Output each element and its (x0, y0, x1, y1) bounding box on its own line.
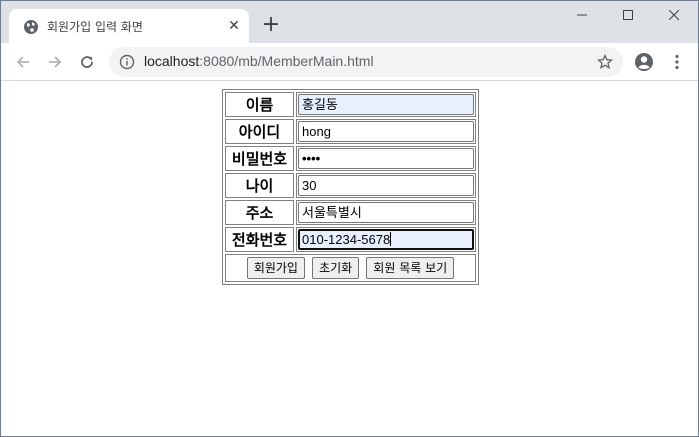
reset-button[interactable]: 초기화 (312, 257, 360, 279)
tab-strip: 회원가입 입력 화면 ✕ + (1, 1, 698, 43)
back-button[interactable] (9, 48, 37, 76)
star-icon[interactable] (595, 52, 615, 72)
tab-title: 회원가입 입력 화면 (47, 20, 143, 34)
password-cell: •••• (296, 146, 476, 171)
address-label: 주소 (225, 200, 294, 225)
minimize-button[interactable] (559, 1, 605, 31)
browser-toolbar: localhost:8080/mb/MemberMain.html (1, 43, 698, 81)
browser-window: 회원가입 입력 화면 ✕ + localhost:8080/mb/MemberM… (0, 0, 699, 437)
address-bar[interactable]: localhost:8080/mb/MemberMain.html (109, 47, 623, 77)
text-caret (390, 232, 392, 246)
form-row-id: 아이디 hong (225, 119, 476, 144)
id-input[interactable]: hong (298, 121, 474, 142)
kebab-menu-glyph (675, 54, 679, 70)
password-input[interactable]: •••• (298, 148, 474, 169)
member-form-table: 이름 홍길동 아이디 hong 비밀번호 •••• 나이 30 주소 서울특별시… (222, 89, 479, 285)
phone-label: 전화번호 (225, 227, 294, 252)
url-host: localhost (144, 53, 200, 69)
member-list-button[interactable]: 회원 목록 보기 (366, 257, 455, 279)
id-cell: hong (296, 119, 476, 144)
form-row-password: 비밀번호 •••• (225, 146, 476, 171)
age-label: 나이 (225, 173, 294, 198)
password-label: 비밀번호 (225, 146, 294, 171)
name-input[interactable]: 홍길동 (298, 94, 474, 115)
phone-value: 010-1234-5678 (302, 232, 391, 247)
minimize-icon (577, 14, 587, 16)
reload-icon (81, 56, 93, 68)
name-cell: 홍길동 (296, 92, 476, 117)
form-row-name: 이름 홍길동 (225, 92, 476, 117)
form-row-buttons: 회원가입 초기화 회원 목록 보기 (225, 254, 476, 282)
tab-active[interactable]: 회원가입 입력 화면 ✕ (9, 9, 249, 43)
phone-cell: 010-1234-5678 (296, 227, 476, 252)
age-cell: 30 (296, 173, 476, 198)
url-path: :8080/mb/MemberMain.html (199, 53, 374, 69)
address-cell: 서울특별시 (296, 200, 476, 225)
profile-icon[interactable] (634, 52, 654, 72)
age-input[interactable]: 30 (298, 175, 474, 196)
maximize-button[interactable] (605, 1, 651, 31)
maximize-icon (623, 10, 633, 20)
new-tab-icon[interactable]: + (259, 14, 283, 38)
bookmark-star-icon (596, 53, 614, 70)
form-row-address: 주소 서울특별시 (225, 200, 476, 225)
window-close-icon (668, 9, 680, 21)
info-icon[interactable] (119, 54, 135, 70)
close-icon[interactable]: ✕ (225, 17, 243, 35)
kebab-menu-icon[interactable] (667, 52, 687, 72)
id-label: 아이디 (225, 119, 294, 144)
arrow-left-icon (16, 56, 29, 68)
name-label: 이름 (225, 92, 294, 117)
reload-button[interactable] (73, 48, 101, 76)
url-text: localhost:8080/mb/MemberMain.html (144, 53, 374, 69)
button-cell: 회원가입 초기화 회원 목록 보기 (225, 254, 476, 282)
form-row-age: 나이 30 (225, 173, 476, 198)
globe-icon (24, 20, 38, 34)
form-row-phone: 전화번호 010-1234-5678 (225, 227, 476, 252)
arrow-right-icon (49, 56, 62, 68)
phone-input[interactable]: 010-1234-5678 (298, 229, 474, 250)
window-close-button[interactable] (651, 1, 697, 31)
forward-button[interactable] (41, 48, 69, 76)
address-input[interactable]: 서울특별시 (298, 202, 474, 223)
signup-button[interactable]: 회원가입 (246, 257, 305, 279)
page-content: 이름 홍길동 아이디 hong 비밀번호 •••• 나이 30 주소 서울특별시… (1, 82, 698, 436)
